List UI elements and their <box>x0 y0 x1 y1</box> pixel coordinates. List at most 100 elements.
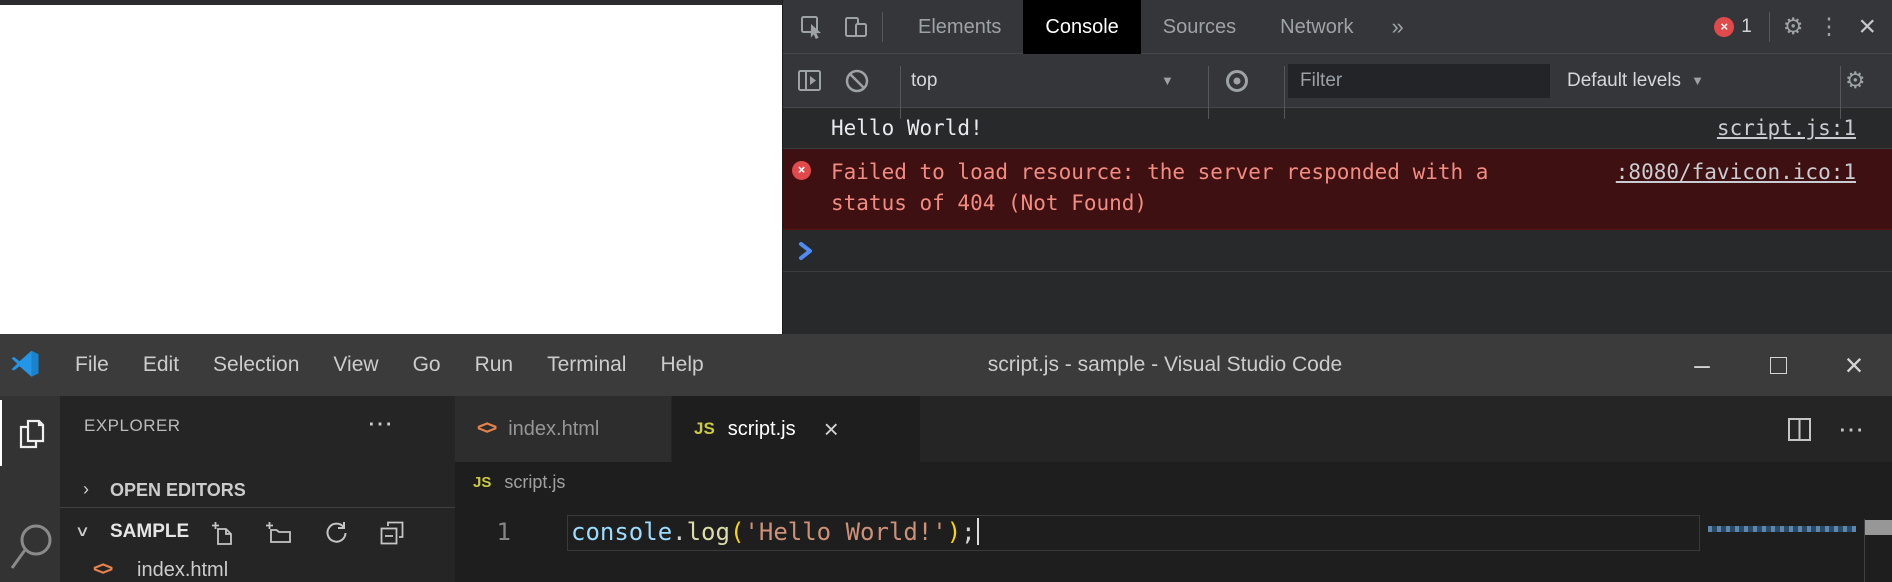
menu-edit[interactable]: Edit <box>126 334 196 396</box>
new-file-icon[interactable] <box>212 521 234 545</box>
js-file-icon: JS <box>694 419 715 439</box>
devtools-menu-icon[interactable]: ⋮ <box>1817 13 1840 40</box>
browser-viewport <box>0 0 782 334</box>
search-icon <box>10 524 54 582</box>
code-line[interactable]: console.log('Hello World!'); <box>571 515 979 551</box>
vscode-logo-icon <box>10 350 40 380</box>
device-toolbar-icon[interactable] <box>843 14 869 40</box>
open-editors-label: OPEN EDITORS <box>110 480 246 501</box>
context-caret-icon[interactable]: ▼ <box>1161 54 1174 107</box>
console-filter-input[interactable] <box>1288 64 1550 98</box>
menu-view[interactable]: View <box>316 334 395 396</box>
devtools-tab-bar: Elements Console Sources Network » × 1 ⚙… <box>783 0 1892 54</box>
scrollbar-thumb[interactable] <box>1865 520 1892 535</box>
chevron-down-icon: ∨ <box>75 522 90 540</box>
screenshot-root: Elements Console Sources Network » × 1 ⚙… <box>0 0 1892 582</box>
explorer-activity-button[interactable] <box>0 400 60 466</box>
window-controls: – × <box>1664 334 1892 396</box>
js-file-icon: JS <box>473 474 491 491</box>
collapse-all-icon[interactable] <box>380 521 404 545</box>
error-icon: × <box>792 161 811 180</box>
search-activity-button[interactable] <box>10 524 54 582</box>
log-levels-dropdown[interactable]: Default levels ▼ <box>1567 54 1704 107</box>
token-string: 'Hello World!' <box>744 518 946 546</box>
console-log-row: Hello World! script.js:1 <box>783 108 1892 149</box>
inspect-element-icon[interactable] <box>799 14 825 40</box>
refresh-icon[interactable] <box>324 521 348 545</box>
console-prompt[interactable] <box>783 230 1892 272</box>
context-selector[interactable]: top <box>911 54 937 107</box>
log-message-text: Hello World! <box>831 108 983 148</box>
explorer-more-actions-icon[interactable]: ⋯ <box>367 408 395 439</box>
console-toolbar: top ▼ Default levels ▼ ⚙ <box>783 54 1892 108</box>
clear-console-icon[interactable] <box>843 54 871 107</box>
close-tab-icon[interactable]: × <box>824 414 839 445</box>
explorer-sidebar: EXPLORER ⋯ › OPEN EDITORS ∨ SAMPLE <box>60 396 455 582</box>
prompt-chevron-icon <box>798 241 814 261</box>
devtools-close-icon[interactable]: × <box>1858 10 1876 44</box>
text-cursor <box>977 518 979 545</box>
minimap[interactable] <box>1708 526 1856 532</box>
error-count[interactable]: 1 <box>1741 16 1752 38</box>
editor-more-actions-icon[interactable]: ⋯ <box>1838 414 1866 445</box>
devtools-settings-icon[interactable]: ⚙ <box>1783 13 1804 40</box>
vscode-title-bar: File Edit Selection View Go Run Terminal… <box>0 334 1892 396</box>
token-dot: . <box>672 518 686 546</box>
chevron-right-icon: › <box>83 479 89 500</box>
menu-go[interactable]: Go <box>396 334 458 396</box>
code-editor[interactable]: 1 console.log('Hello World!'); <box>455 502 1892 582</box>
live-expression-eye-icon[interactable] <box>1223 54 1251 107</box>
minimize-button[interactable]: – <box>1664 334 1740 396</box>
token-log: log <box>687 518 730 546</box>
token-semicolon: ; <box>961 518 975 546</box>
menu-file[interactable]: File <box>58 334 126 396</box>
folder-name-label: SAMPLE <box>110 521 189 543</box>
new-folder-icon[interactable] <box>266 521 292 545</box>
tab-console[interactable]: Console <box>1023 0 1140 54</box>
open-editors-section[interactable]: › OPEN EDITORS <box>60 476 455 508</box>
more-tabs-icon[interactable]: » <box>1392 14 1404 40</box>
log-levels-label: Default levels <box>1567 70 1681 92</box>
breadcrumb-file-label: script.js <box>504 472 565 493</box>
explorer-title: EXPLORER <box>84 416 181 436</box>
folder-section-sample[interactable]: ∨ SAMPLE <box>60 516 455 552</box>
levels-caret-icon: ▼ <box>1691 73 1704 88</box>
window-title: script.js - sample - Visual Studio Code <box>900 353 1430 377</box>
vscode-window: File Edit Selection View Go Run Terminal… <box>0 334 1892 582</box>
editor-group: <> index.html JS script.js × ⋯ JS <box>455 396 1892 582</box>
breadcrumb[interactable]: JS script.js <box>455 462 1892 502</box>
log-source-link[interactable]: script.js:1 <box>1717 108 1856 148</box>
tab-network[interactable]: Network <box>1258 0 1375 54</box>
tab-label: index.html <box>508 418 599 441</box>
menu-terminal[interactable]: Terminal <box>530 334 643 396</box>
console-error-row: × Failed to load resource: the server re… <box>783 149 1892 230</box>
files-icon <box>15 417 47 449</box>
editor-tab-index-html[interactable]: <> index.html <box>455 396 672 462</box>
error-source-link[interactable]: :8080/favicon.ico:1 <box>1616 157 1856 188</box>
error-badge-icon[interactable]: × <box>1714 17 1734 37</box>
file-item-index-html[interactable]: <> index.html <box>60 556 455 582</box>
console-messages: Hello World! script.js:1 × Failed to loa… <box>783 108 1892 334</box>
token-open-paren: ( <box>730 518 744 546</box>
menu-selection[interactable]: Selection <box>196 334 316 396</box>
menu-help[interactable]: Help <box>643 334 720 396</box>
divider <box>1769 12 1770 42</box>
editor-tab-script-js[interactable]: JS script.js × <box>672 396 920 462</box>
split-editor-icon[interactable] <box>1787 417 1812 442</box>
token-console: console <box>571 518 672 546</box>
tab-elements[interactable]: Elements <box>896 0 1023 54</box>
console-settings-icon[interactable]: ⚙ <box>1845 54 1866 107</box>
html-file-icon: <> <box>93 559 111 581</box>
error-message-text: Failed to load resource: the server resp… <box>831 157 1521 219</box>
console-sidebar-icon[interactable] <box>796 54 823 107</box>
close-window-button[interactable]: × <box>1816 334 1892 396</box>
html-file-icon: <> <box>477 418 495 440</box>
line-number: 1 <box>455 515 511 550</box>
maximize-button[interactable] <box>1740 334 1816 396</box>
token-close-paren: ) <box>947 518 961 546</box>
tab-sources[interactable]: Sources <box>1141 0 1258 54</box>
divider <box>882 12 883 42</box>
tab-label: script.js <box>728 418 796 441</box>
activity-bar <box>0 396 60 582</box>
menu-run[interactable]: Run <box>458 334 531 396</box>
